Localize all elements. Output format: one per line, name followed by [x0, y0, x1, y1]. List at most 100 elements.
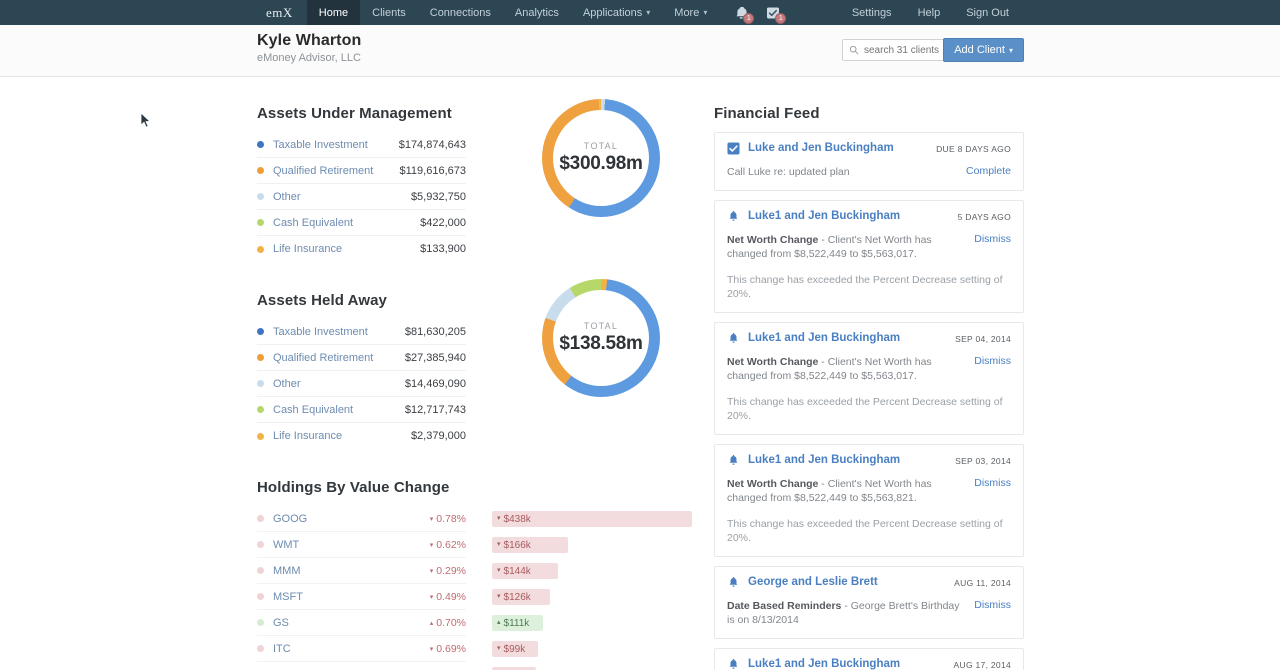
legend-dot: [257, 245, 264, 253]
table-row[interactable]: Cash Equivalent $422,000: [257, 210, 466, 236]
table-row[interactable]: Life Insurance $133,900: [257, 236, 466, 262]
table-row[interactable]: K ▾0.70%: [257, 662, 466, 670]
nav-item-more[interactable]: More ▾: [662, 0, 719, 25]
feed-dismiss-action[interactable]: Dismiss: [974, 599, 1011, 627]
holding-percent: ▴ 0.70%: [429, 616, 466, 629]
table-row[interactable]: Other $5,932,750: [257, 184, 466, 210]
feed-client-name[interactable]: Luke1 and Jen Buckingham: [748, 332, 955, 344]
add-client-button[interactable]: Add Client ▾: [943, 38, 1024, 62]
asset-value: $2,379,000: [410, 430, 466, 442]
donut-ring: TOTAL $138.58m: [542, 279, 660, 397]
asset-value: $5,932,750: [410, 190, 466, 203]
nav-item-analytics[interactable]: Analytics: [503, 0, 571, 25]
bell-icon: [727, 658, 741, 670]
feed-text-category: Net Worth Change: [727, 478, 819, 490]
bell-icon: [727, 210, 741, 228]
firm-name: eMoney Advisor, LLC: [257, 52, 361, 64]
legend-dot: [257, 406, 264, 413]
value-bar: ▾ $99k: [492, 641, 538, 657]
feed-client-name[interactable]: Luke1 and Jen Buckingham: [748, 658, 954, 670]
asset-label: Qualified Retirement: [273, 351, 374, 364]
legend-dot: [257, 193, 264, 200]
table-row[interactable]: Life Insurance $2,379,000: [257, 423, 466, 449]
feed-text: Date Based Reminders - George Brett's Bi…: [727, 600, 960, 626]
arrow-down-icon: ▾: [497, 645, 501, 652]
bar-row: ▾ $144k: [492, 558, 697, 584]
asset-label: Other: [273, 190, 301, 203]
list-item[interactable]: George and Leslie Brett AUG 11, 2014 Dat…: [714, 566, 1024, 639]
nav-item-sign-out[interactable]: Sign Out: [953, 0, 1022, 25]
list-item[interactable]: Luke1 and Jen Buckingham SEP 04, 2014 Ne…: [714, 322, 1024, 435]
arrow-down-icon: ▾: [429, 645, 434, 653]
feed-item-header: Luke1 and Jen Buckingham 5 DAYS AGO: [727, 210, 1011, 228]
feed-text-category: Date Based Reminders: [727, 600, 842, 612]
feed-client-name[interactable]: George and Leslie Brett: [748, 576, 954, 588]
aum-donut-chart: TOTAL $300.98m: [542, 99, 660, 217]
table-row[interactable]: Taxable Investment $81,630,205: [257, 319, 466, 345]
table-row[interactable]: MMM ▾ 0.29%: [257, 558, 466, 584]
feed-date: 5 DAYS AGO: [957, 212, 1011, 222]
held-away-donut-chart: TOTAL $138.58m: [542, 279, 660, 397]
nav-item-sign-out-label: Sign Out: [966, 6, 1009, 19]
table-row[interactable]: Qualified Retirement $119,616,673: [257, 158, 466, 184]
asset-label: Cash Equivalent: [273, 216, 354, 229]
legend-dot: [257, 219, 264, 226]
nav-item-home[interactable]: Home: [306, 0, 361, 25]
bar-row: ▾ $438k: [492, 506, 697, 532]
feed-dismiss-action[interactable]: Dismiss: [974, 477, 1011, 505]
table-row[interactable]: Cash Equivalent $12,717,743: [257, 397, 466, 423]
table-row[interactable]: GS ▴ 0.70%: [257, 610, 466, 636]
table-row[interactable]: Taxable Investment $174,874,643: [257, 132, 466, 158]
arrow-down-icon: ▾: [429, 515, 434, 523]
holding-ticker: MSFT: [273, 590, 303, 603]
feed-client-name[interactable]: Luke1 and Jen Buckingham: [748, 210, 958, 222]
tasks-button[interactable]: 1: [765, 5, 787, 24]
feed-text: Net Worth Change - Client's Net Worth ha…: [727, 356, 932, 382]
donut-total-value: $300.98m: [559, 153, 643, 174]
tasks-badge: 1: [775, 12, 787, 24]
held-away-list: Taxable Investment $81,630,205 Qualified…: [257, 319, 466, 449]
table-row[interactable]: GOOG ▾ 0.78%: [257, 506, 466, 532]
list-item[interactable]: Luke1 and Jen Buckingham AUG 17, 2014 Ac…: [714, 648, 1024, 670]
dashboard-body: Assets Under Management Taxable Investme…: [0, 77, 1280, 670]
app-page: emX Home Clients Connections Analytics A…: [0, 0, 1280, 670]
feed-client-name[interactable]: Luke1 and Jen Buckingham: [748, 454, 955, 466]
nav-item-applications[interactable]: Applications ▾: [571, 0, 662, 25]
feed-dismiss-action[interactable]: Dismiss: [974, 355, 1011, 383]
nav-item-connections[interactable]: Connections: [418, 0, 503, 25]
holding-ticker: GOOG: [273, 512, 308, 525]
table-row[interactable]: MSFT ▾ 0.49%: [257, 584, 466, 610]
feed-dismiss-action[interactable]: Dismiss: [974, 233, 1011, 261]
feed-date: DUE 8 DAYS AGO: [936, 144, 1011, 154]
list-item[interactable]: Luke1 and Jen Buckingham 5 DAYS AGO Net …: [714, 200, 1024, 313]
feed-client-name[interactable]: Luke and Jen Buckingham: [748, 142, 936, 154]
nav-icon-group: 1 1: [719, 0, 787, 25]
emx-logo[interactable]: emX: [252, 0, 307, 25]
table-row[interactable]: WMT ▾ 0.62%: [257, 532, 466, 558]
mouse-cursor: [140, 112, 152, 130]
list-item[interactable]: Luke and Jen Buckingham DUE 8 DAYS AGO C…: [714, 132, 1024, 191]
feed-complete-action[interactable]: Complete: [966, 165, 1011, 179]
feed-item-body: Date Based Reminders - George Brett's Bi…: [727, 599, 1011, 627]
table-row[interactable]: Qualified Retirement $27,385,940: [257, 345, 466, 371]
asset-label: Other: [273, 377, 301, 390]
bar-value-label: $111k: [503, 617, 530, 629]
nav-item-settings[interactable]: Settings: [839, 0, 905, 25]
asset-label: Life Insurance: [273, 243, 343, 255]
asset-value: $174,874,643: [398, 138, 466, 151]
asset-label: Taxable Investment: [273, 138, 368, 151]
alerts-badge: 1: [743, 12, 755, 24]
alerts-button[interactable]: 1: [733, 5, 755, 24]
table-row[interactable]: Other $14,469,090: [257, 371, 466, 397]
feed-item-header: Luke1 and Jen Buckingham SEP 04, 2014: [727, 332, 1011, 350]
table-row[interactable]: ITC ▾ 0.69%: [257, 636, 466, 662]
feed-item-header: Luke1 and Jen Buckingham AUG 17, 2014: [727, 658, 1011, 670]
list-item[interactable]: Luke1 and Jen Buckingham SEP 03, 2014 Ne…: [714, 444, 1024, 557]
feed-item-header: George and Leslie Brett AUG 11, 2014: [727, 576, 1011, 594]
holding-ticker: ITC: [273, 642, 291, 655]
nav-item-clients[interactable]: Clients: [360, 0, 418, 25]
nav-item-help[interactable]: Help: [905, 0, 954, 25]
legend-dot: [257, 593, 264, 600]
arrow-up-icon: ▴: [497, 619, 501, 626]
bar-row: ▾ $99k: [492, 636, 697, 662]
